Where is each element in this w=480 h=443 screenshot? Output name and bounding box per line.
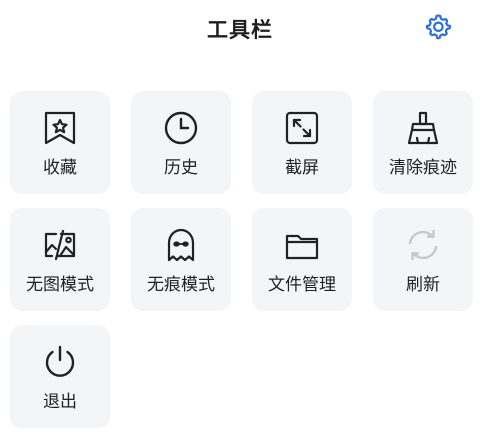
tool-label: 收藏: [43, 158, 77, 178]
tool-label: 刷新: [406, 275, 440, 295]
clock-icon: [164, 111, 198, 145]
tool-label: 历史: [164, 158, 198, 178]
tool-clear-traces[interactable]: 清除痕迹: [373, 91, 473, 194]
tool-screenshot[interactable]: 截屏: [252, 91, 352, 194]
power-icon: [45, 345, 75, 377]
gear-icon: [425, 14, 452, 40]
bookmark-star-icon: [44, 111, 76, 145]
page-title: 工具栏: [207, 18, 273, 42]
tool-incognito-mode[interactable]: 无痕模式: [131, 208, 231, 311]
tool-label: 截屏: [285, 158, 319, 178]
tool-no-image-mode[interactable]: 无图模式: [10, 208, 110, 311]
tool-label: 无图模式: [26, 275, 94, 295]
folder-icon: [285, 234, 319, 260]
tool-bookmark[interactable]: 收藏: [10, 91, 110, 194]
tool-label: 文件管理: [268, 275, 336, 295]
ghost-icon: [167, 228, 195, 262]
tool-refresh[interactable]: 刷新: [373, 208, 473, 311]
tool-label: 清除痕迹: [389, 158, 457, 178]
tool-exit[interactable]: 退出: [10, 325, 110, 428]
broom-icon: [407, 111, 439, 145]
tool-history[interactable]: 历史: [131, 91, 231, 194]
expand-arrows-icon: [285, 111, 319, 145]
tool-label: 退出: [43, 392, 77, 412]
refresh-icon: [408, 229, 438, 261]
tool-file-manager[interactable]: 文件管理: [252, 208, 352, 311]
tool-label: 无痕模式: [147, 275, 215, 295]
settings-button[interactable]: [424, 12, 452, 40]
image-off-icon: [44, 229, 76, 261]
header: 工具栏: [0, 0, 480, 56]
